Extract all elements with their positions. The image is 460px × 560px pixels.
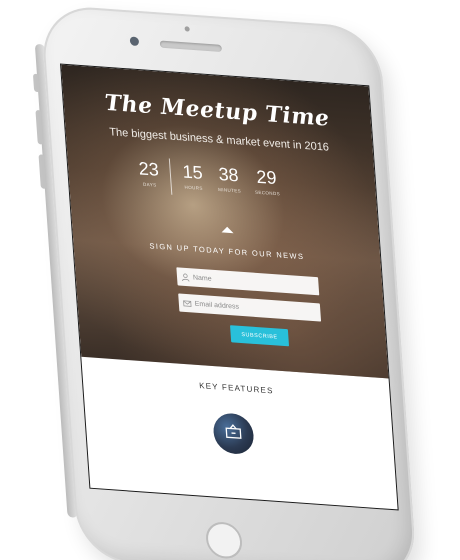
name-input[interactable] — [192, 273, 313, 290]
countdown-minutes-value: 38 — [217, 163, 240, 186]
countdown-days-value: 23 — [138, 158, 160, 180]
email-input[interactable] — [194, 300, 315, 316]
countdown-seconds: 29 SECONDS — [249, 166, 285, 197]
countdown-minutes: 38 MINUTES — [211, 163, 247, 194]
mute-switch — [32, 73, 41, 93]
countdown-hours-value: 15 — [181, 161, 204, 183]
subscribe-button[interactable]: SUBSCRIBE — [230, 325, 290, 347]
signup-title: SIGN UP TODAY FOR OUR NEWS — [149, 241, 305, 262]
phone-screen: The Meetup Time The biggest business & m… — [60, 63, 399, 511]
countdown-hours: 15 HOURS — [175, 161, 211, 192]
ticket-icon — [224, 422, 243, 444]
countdown-minutes-label: MINUTES — [217, 186, 242, 194]
countdown-divider — [168, 158, 173, 195]
name-field[interactable] — [176, 267, 320, 296]
feature-badge — [212, 412, 255, 456]
front-camera — [129, 36, 140, 47]
countdown-days: 23 DAYS — [131, 158, 167, 189]
countdown-timer: 23 DAYS 15 HOURS 38 MINUTES 29 SECONDS — [127, 158, 330, 222]
proximity-sensor — [184, 26, 190, 32]
user-icon — [177, 272, 194, 282]
hero-section: The Meetup Time The biggest business & m… — [61, 64, 389, 379]
section-notch — [221, 226, 234, 234]
phone-mockup: The Meetup Time The biggest business & m… — [32, 4, 418, 560]
mail-icon — [178, 298, 195, 308]
countdown-seconds-label: SECONDS — [254, 189, 281, 197]
key-features-title: KEY FEATURES — [198, 381, 274, 396]
email-field[interactable] — [178, 293, 322, 322]
countdown-hours-label: HOURS — [184, 184, 203, 191]
stage: The Meetup Time The biggest business & m… — [0, 0, 460, 560]
countdown-days-label: DAYS — [142, 181, 157, 188]
countdown-seconds-value: 29 — [255, 166, 278, 189]
